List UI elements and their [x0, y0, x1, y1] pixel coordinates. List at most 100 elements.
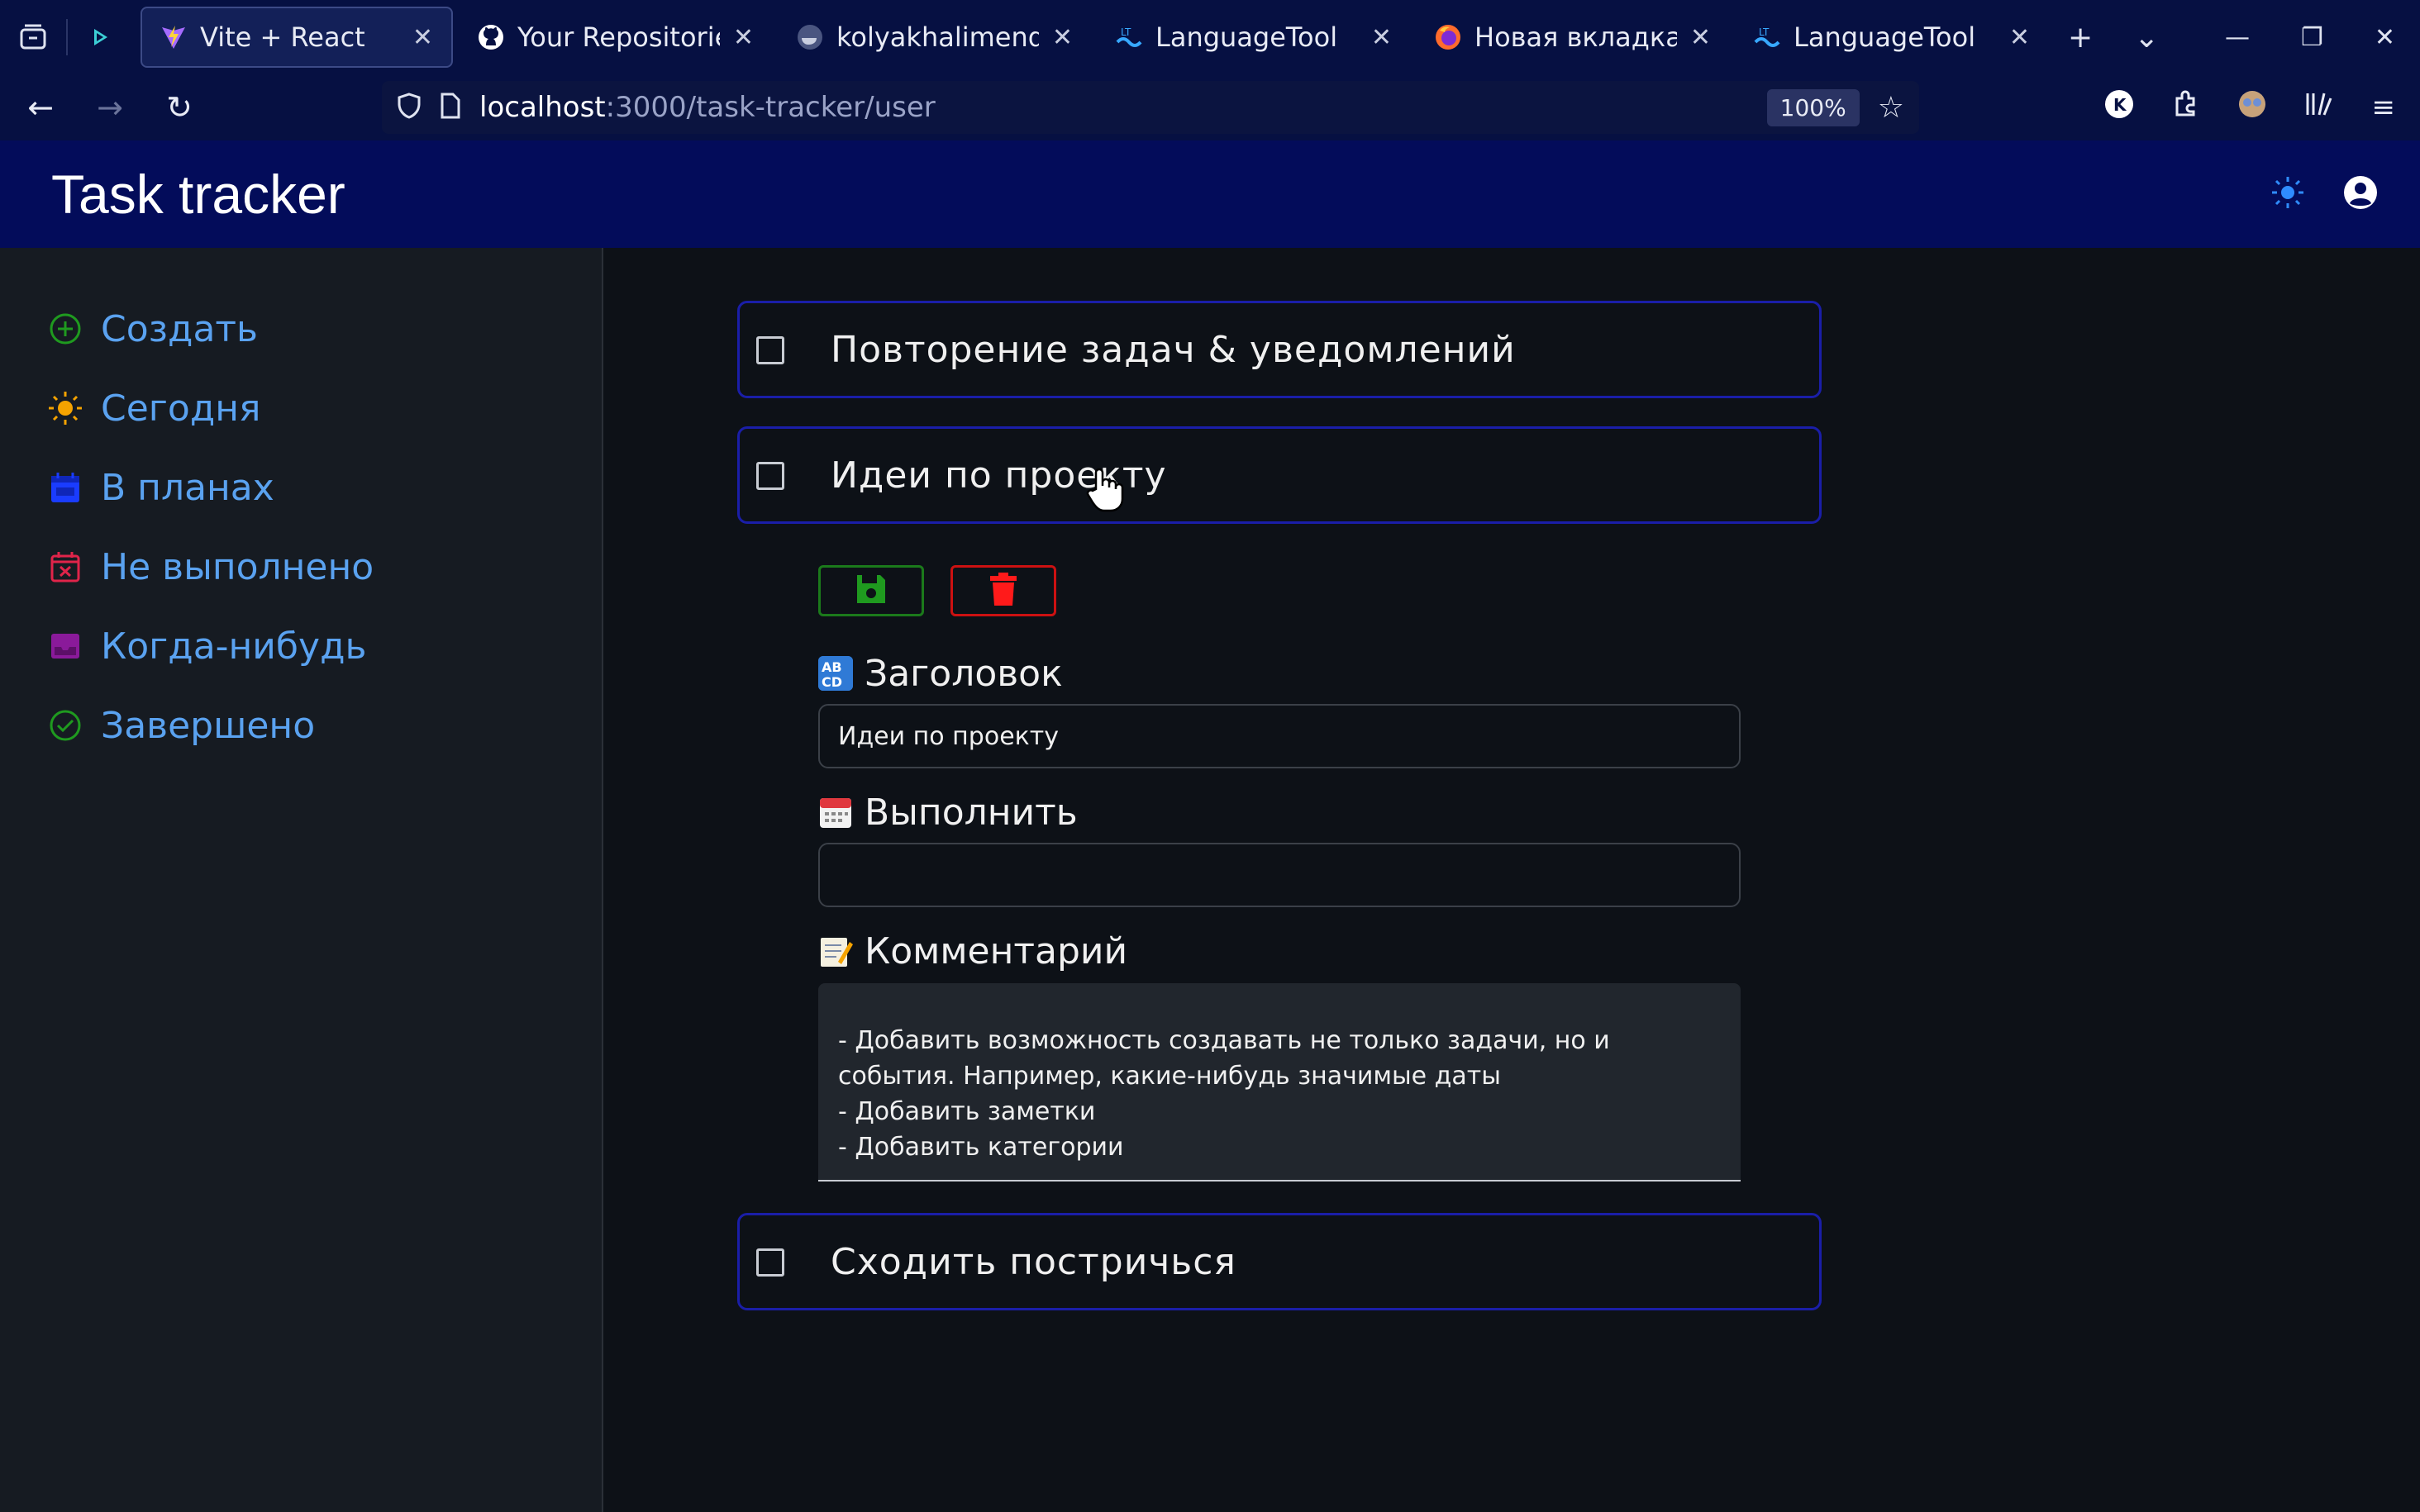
tab-vite-react[interactable]: Vite + React ✕	[141, 7, 453, 68]
save-button[interactable]	[818, 565, 924, 616]
due-label-text: Выполнить	[865, 791, 1078, 834]
svg-text:AB: AB	[822, 659, 842, 675]
task-title: Повторение задач & уведомлений	[831, 328, 1516, 371]
task-checkbox[interactable]	[756, 1248, 784, 1277]
tab-list-chevron-icon[interactable]: ⌄	[2134, 21, 2159, 55]
extension-avatar-icon[interactable]	[2238, 90, 2266, 126]
plus-circle-icon	[48, 311, 83, 346]
comment-label-text: Комментарий	[865, 930, 1128, 972]
user-account-icon[interactable]	[2342, 174, 2379, 214]
reload-icon[interactable]: ↻	[150, 89, 208, 126]
comment-textarea[interactable]: - Добавить возможность создавать не толь…	[818, 983, 1741, 1182]
languagetool-favicon-icon: LT	[1754, 24, 1780, 50]
tab-title: Новая вкладка	[1474, 21, 1677, 53]
tab-new-tab[interactable]: Новая вкладка ✕	[1417, 7, 1729, 68]
abcd-icon: AB CD	[818, 656, 853, 691]
sidebar-item-completed[interactable]: Завершено	[0, 686, 602, 765]
sidebar-item-label: Не выполнено	[101, 545, 374, 588]
task-checkbox[interactable]	[756, 462, 784, 490]
sidebar-item-overdue[interactable]: Не выполнено	[0, 527, 602, 606]
library-icon[interactable]	[2304, 90, 2334, 126]
app-header: Task tracker	[0, 140, 2420, 248]
main-content: Повторение задач & уведомлений Идеи по п…	[605, 248, 2420, 1512]
menu-hamburger-icon[interactable]: ≡	[2372, 91, 2396, 124]
shield-icon[interactable]	[397, 93, 422, 122]
inbox-icon	[48, 629, 83, 663]
sidebar-item-someday[interactable]: Когда-нибудь	[0, 606, 602, 686]
sidebar-item-label: Сегодня	[101, 387, 261, 430]
title-input[interactable]: Идеи по проекту	[818, 704, 1741, 768]
tab-overview-icon[interactable]	[0, 0, 66, 74]
tab-close-icon[interactable]: ✕	[1371, 23, 1392, 52]
svg-text:LT: LT	[1759, 26, 1770, 38]
svg-text:LT: LT	[1121, 26, 1131, 38]
theme-toggle-sun-icon[interactable]	[2270, 174, 2306, 214]
sun-icon	[48, 391, 83, 426]
tab-close-icon[interactable]: ✕	[1052, 23, 1073, 52]
pinned-tab-icon[interactable]	[68, 0, 134, 74]
delete-button[interactable]	[950, 565, 1056, 616]
new-tab-plus-icon[interactable]: +	[2068, 21, 2093, 55]
floppy-disk-icon	[855, 573, 888, 609]
calendar-x-icon	[48, 549, 83, 584]
tab-languagetool-2[interactable]: LT LanguageTool ✕	[1736, 7, 2048, 68]
docker-favicon-icon	[797, 24, 823, 50]
sidebar-item-today[interactable]: Сегодня	[0, 368, 602, 448]
hand-cursor-icon	[1084, 466, 1126, 512]
trash-icon	[988, 572, 1018, 610]
tab-close-icon[interactable]: ✕	[2009, 23, 2030, 52]
tab-title: LanguageTool	[1794, 21, 1976, 53]
sidebar-item-planned[interactable]: В планах	[0, 448, 602, 527]
tab-title: kolyakhalimendik	[836, 21, 1039, 53]
task-editor: AB CD Заголовок Идеи по проекту Выполнить…	[818, 565, 1742, 1182]
bookmark-star-icon[interactable]: ☆	[1878, 91, 1904, 125]
tab-title: Your Repositories	[517, 21, 720, 53]
tab-title: Vite + React	[200, 21, 365, 53]
task-item-selected[interactable]: Идеи по проекту	[737, 426, 1822, 524]
url-path: :3000/task-tracker/user	[605, 91, 936, 124]
title-label-text: Заголовок	[865, 652, 1063, 695]
tab-your-repositories[interactable]: Your Repositories ✕	[460, 7, 772, 68]
tab-title: LanguageTool	[1155, 21, 1338, 53]
vite-favicon-icon	[160, 24, 187, 50]
url-text[interactable]: localhost:3000/task-tracker/user	[479, 91, 1749, 124]
tab-docker-hub[interactable]: kolyakhalimendik ✕	[779, 7, 1091, 68]
svg-text:K: K	[2113, 95, 2127, 115]
sidebar-item-create[interactable]: Создать	[0, 289, 602, 368]
task-title: Сходить постричься	[831, 1240, 1236, 1283]
sidebar: Создать Сегодня В планах Не выполнено Ко…	[0, 248, 603, 1512]
tab-languagetool-1[interactable]: LT LanguageTool ✕	[1098, 7, 1410, 68]
back-arrow-icon[interactable]: ←	[12, 89, 69, 126]
sidebar-item-label: В планах	[101, 466, 274, 509]
due-date-input[interactable]	[818, 843, 1741, 907]
restore-icon[interactable]: ❐	[2301, 23, 2323, 52]
address-bar[interactable]: localhost:3000/task-tracker/user 100% ☆	[382, 81, 1919, 134]
close-window-icon[interactable]: ✕	[2375, 23, 2395, 52]
forward-arrow-icon[interactable]: →	[81, 89, 139, 126]
sidebar-item-label: Когда-нибудь	[101, 625, 367, 668]
svg-text:CD: CD	[822, 674, 842, 690]
extension-k-icon[interactable]: K	[2104, 89, 2134, 126]
calendar-icon	[48, 470, 83, 505]
title-field-label: AB CD Заголовок	[818, 648, 1742, 699]
tab-close-icon[interactable]: ✕	[1690, 23, 1711, 52]
zoom-level[interactable]: 100%	[1766, 88, 1860, 126]
task-item[interactable]: Повторение задач & уведомлений	[737, 301, 1822, 398]
url-host: localhost	[479, 91, 606, 124]
github-favicon-icon	[478, 24, 504, 50]
tab-close-icon[interactable]: ✕	[412, 23, 433, 52]
browser-tab-bar: Vite + React ✕ Your Repositories ✕ kolya…	[0, 0, 2420, 74]
memo-icon	[818, 934, 853, 968]
page-info-icon[interactable]	[440, 93, 461, 122]
sidebar-item-label: Завершено	[101, 704, 316, 747]
check-circle-icon	[48, 708, 83, 743]
minimize-icon[interactable]: —	[2225, 23, 2250, 52]
due-field-label: Выполнить	[818, 787, 1742, 838]
task-checkbox[interactable]	[756, 336, 784, 364]
tab-close-icon[interactable]: ✕	[733, 23, 754, 52]
task-item[interactable]: Сходить постричься	[737, 1213, 1822, 1310]
browser-nav-bar: ← → ↻ localhost:3000/task-tracker/user 1…	[0, 74, 2420, 140]
firefox-favicon-icon	[1435, 24, 1461, 50]
extensions-puzzle-icon[interactable]	[2172, 90, 2200, 126]
app-title: Task tracker	[51, 164, 345, 225]
